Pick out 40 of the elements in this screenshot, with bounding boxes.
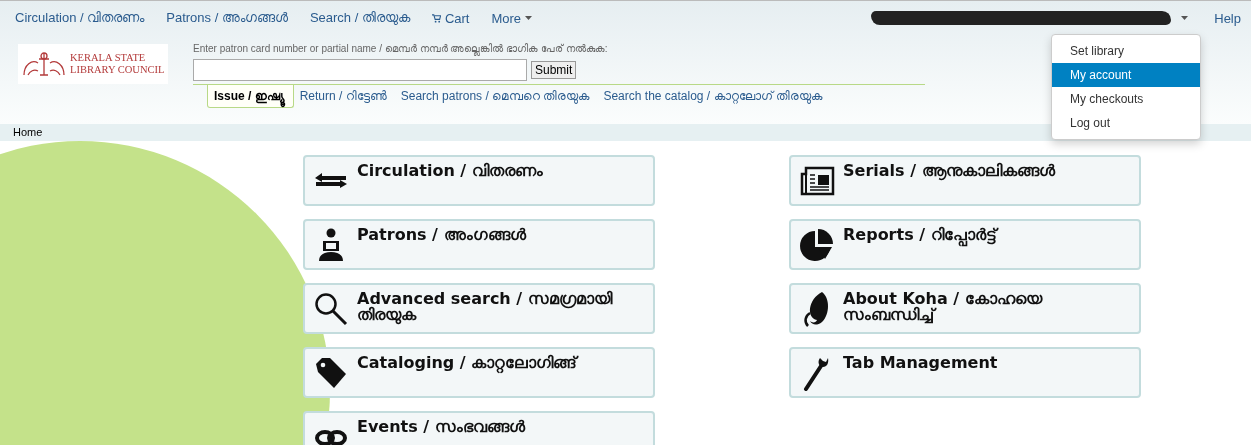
search-icon bbox=[314, 292, 348, 326]
breadcrumb-link[interactable]: Home bbox=[13, 126, 43, 138]
tag-icon bbox=[314, 356, 348, 390]
cart-icon bbox=[431, 13, 441, 23]
person-reading-icon bbox=[317, 228, 345, 262]
module-button[interactable]: Tab Management bbox=[789, 347, 1141, 398]
module-button[interactable]: Cataloging / കാറ്റലോഗിങ്ങ് bbox=[303, 347, 655, 398]
menu-item[interactable]: Set library bbox=[1052, 39, 1200, 63]
module-button[interactable]: Serials / ആനുകാലികങ്ങൾ bbox=[789, 155, 1141, 206]
help-link[interactable]: Help bbox=[1214, 10, 1241, 26]
emblem-icon bbox=[20, 49, 68, 79]
arrows-icon bbox=[314, 172, 348, 190]
module-button[interactable]: Reports / റിപ്പോർട്ട് bbox=[789, 219, 1141, 270]
submit-button[interactable]: Submit bbox=[531, 61, 577, 79]
caret-icon bbox=[525, 16, 533, 20]
nav-link[interactable]: Search / തിരയുക bbox=[309, 10, 410, 26]
menu-item[interactable]: My account bbox=[1052, 63, 1200, 87]
module-button[interactable]: Advanced search / സമഗ്രമായി തിരയുക bbox=[303, 283, 655, 334]
nav-link[interactable]: Patrons / അംഗങ്ങൾ bbox=[166, 10, 288, 26]
menu-item[interactable]: My checkouts bbox=[1052, 87, 1200, 111]
more-menu[interactable]: More bbox=[491, 10, 533, 26]
logo-text: LIBRARY COUNCIL bbox=[70, 64, 165, 76]
module-button[interactable]: About Koha / കോഹയെ സംബന്ധിച്ച് bbox=[789, 283, 1141, 334]
caret-icon[interactable] bbox=[1181, 16, 1189, 20]
search-tab[interactable]: Search the catalog / കാറ്റലോഗ് തിരയുക bbox=[597, 85, 830, 108]
pie-chart-icon bbox=[800, 228, 834, 262]
cart-link[interactable]: Cart bbox=[431, 10, 470, 26]
search-tab[interactable]: Search patrons / മെമ്പറെ തിരയുക bbox=[394, 85, 598, 108]
search-tab[interactable]: Issue / ഇഷ്യൂ bbox=[207, 85, 294, 108]
link-icon bbox=[314, 428, 348, 445]
patron-search-field[interactable] bbox=[193, 59, 527, 81]
search-label: Enter patron card number or partial name / മെമ്പർ നമ്പർ അല്ലെങ്കിൽ ഭാഗിക പേര് നൽകുക: bbox=[193, 43, 609, 58]
module-button[interactable]: Circulation / വിതരണം bbox=[303, 155, 655, 206]
menu-item[interactable]: Log out bbox=[1052, 111, 1200, 135]
search-tab[interactable]: Return / റിട്ടേൺ bbox=[293, 85, 395, 108]
module-button[interactable]: Events / സംഭവങ്ങൾ bbox=[303, 411, 655, 445]
module-button[interactable]: Patrons / അംഗങ്ങൾ bbox=[303, 219, 655, 270]
newspaper-icon bbox=[799, 166, 835, 196]
logo-text: KERALA STATE bbox=[70, 52, 147, 64]
nav-link[interactable]: Circulation / വിതരണം bbox=[15, 10, 145, 26]
